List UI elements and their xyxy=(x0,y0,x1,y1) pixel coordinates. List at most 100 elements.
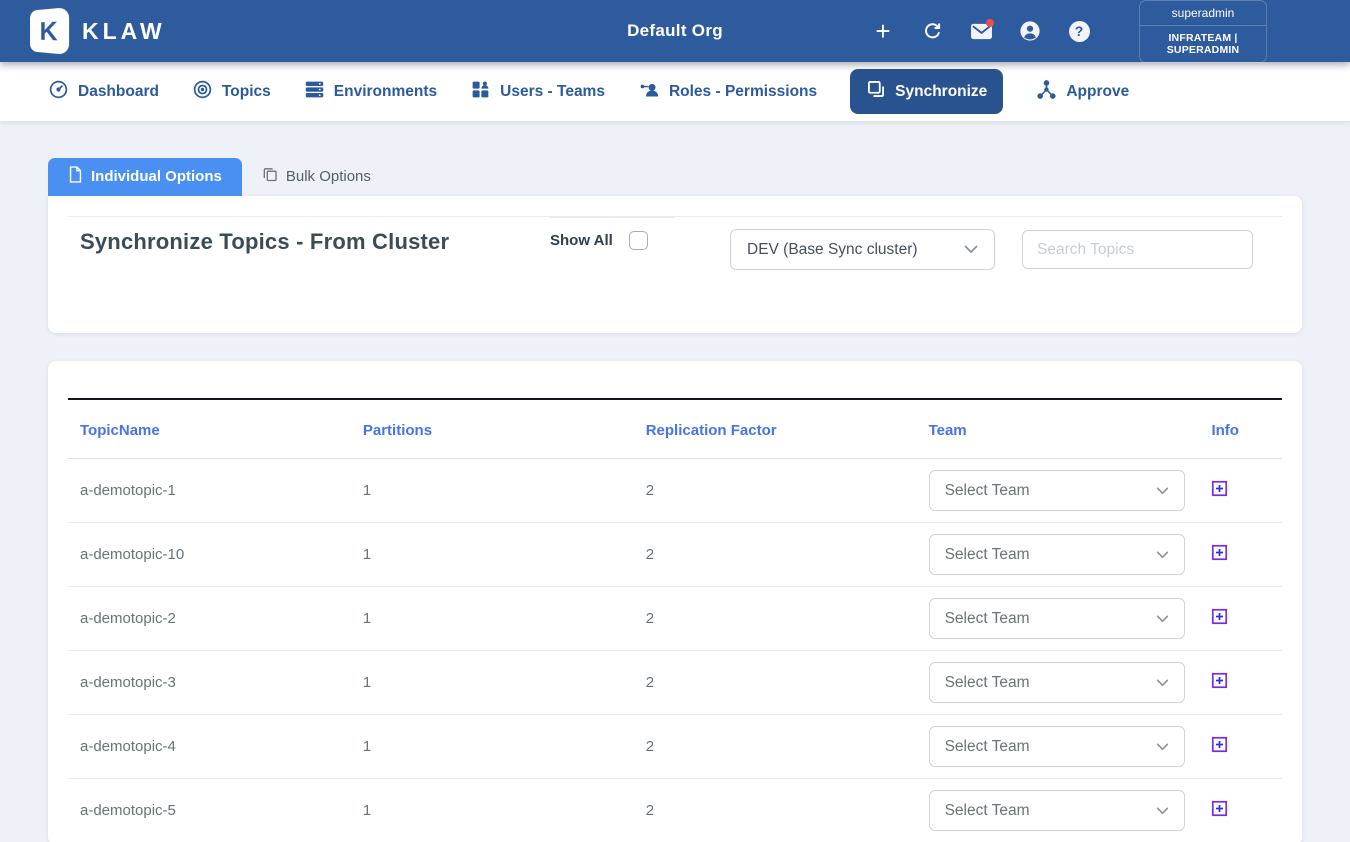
nav-label: Environments xyxy=(334,83,437,101)
table-row: a-demotopic-10 1 2 Select Team xyxy=(68,523,1282,587)
help-icon[interactable]: ? xyxy=(1067,19,1091,43)
environments-icon xyxy=(304,79,325,105)
col-header-replication-factor: Replication Factor xyxy=(634,399,917,459)
select-team-dropdown[interactable]: Select Team xyxy=(929,470,1185,511)
table-row: a-demotopic-3 1 2 Select Team xyxy=(68,651,1282,715)
main-nav: Dashboard Topics Environments Users - Te… xyxy=(0,62,1350,121)
select-team-dropdown[interactable]: Select Team xyxy=(929,790,1185,831)
sync-topics-table: TopicName Partitions Replication Factor … xyxy=(68,398,1282,842)
chevron-down-icon xyxy=(1156,738,1169,756)
cluster-select-dropdown[interactable]: DEV (Base Sync cluster) xyxy=(730,229,995,270)
cluster-select-value: DEV (Base Sync cluster) xyxy=(747,241,918,259)
add-icon[interactable]: + xyxy=(871,19,895,43)
org-title: Default Org xyxy=(627,21,723,41)
add-topic-plus-icon[interactable] xyxy=(1211,608,1228,625)
chevron-down-icon xyxy=(1156,482,1169,500)
select-team-dropdown[interactable]: Select Team xyxy=(929,534,1185,575)
topic-name-cell: a-demotopic-5 xyxy=(68,779,351,842)
chevron-down-icon xyxy=(1156,802,1169,820)
col-header-team: Team xyxy=(917,399,1200,459)
replication-factor-cell: 2 xyxy=(634,587,917,651)
tab-individual-options[interactable]: Individual Options xyxy=(48,158,242,196)
synchronize-icon xyxy=(866,79,886,104)
show-all-checkbox[interactable] xyxy=(629,231,648,250)
chevron-down-icon xyxy=(1156,674,1169,692)
roles-permissions-icon xyxy=(638,79,660,105)
mail-icon[interactable] xyxy=(969,19,993,43)
plus-glyph: + xyxy=(875,20,890,42)
team-role-label: INFRATEAM | SUPERADMIN xyxy=(1140,26,1266,62)
add-topic-plus-icon[interactable] xyxy=(1211,736,1228,753)
nav-item-users-teams[interactable]: Users - Teams xyxy=(470,79,605,105)
show-all-group: Show All xyxy=(550,217,674,250)
klaw-logo-icon: K xyxy=(30,7,69,55)
select-team-label: Select Team xyxy=(945,802,1030,820)
tab-label: Bulk Options xyxy=(286,168,371,185)
add-topic-plus-icon[interactable] xyxy=(1211,480,1228,497)
nav-item-topics[interactable]: Topics xyxy=(192,79,271,105)
approve-icon xyxy=(1036,79,1057,105)
app-header: K KLAW Default Org + xyxy=(0,0,1350,62)
user-profile-icon[interactable] xyxy=(1018,19,1042,43)
replication-factor-cell: 2 xyxy=(634,715,917,779)
page-content: Individual Options Bulk Options Synchron… xyxy=(0,121,1350,842)
col-header-topicname: TopicName xyxy=(68,399,351,459)
refresh-icon[interactable] xyxy=(920,19,944,43)
select-team-label: Select Team xyxy=(945,546,1030,564)
klaw-logo[interactable]: K KLAW xyxy=(28,9,166,53)
topic-name-cell: a-demotopic-3 xyxy=(68,651,351,715)
table-header-row: TopicName Partitions Replication Factor … xyxy=(68,399,1282,459)
nav-label: Dashboard xyxy=(78,83,159,101)
partitions-cell: 1 xyxy=(351,715,634,779)
topic-name-cell: a-demotopic-2 xyxy=(68,587,351,651)
replication-factor-cell: 2 xyxy=(634,779,917,842)
notification-dot xyxy=(986,19,994,27)
table-row: a-demotopic-5 1 2 Select Team xyxy=(68,779,1282,842)
topic-name-cell: a-demotopic-1 xyxy=(68,459,351,523)
user-menu[interactable]: superadmin INFRATEAM | SUPERADMIN xyxy=(1139,0,1267,63)
chevron-down-icon xyxy=(1156,610,1169,628)
search-topics-input[interactable] xyxy=(1022,230,1253,269)
nav-item-environments[interactable]: Environments xyxy=(304,79,437,105)
nav-label: Users - Teams xyxy=(500,83,605,101)
table-row: a-demotopic-2 1 2 Select Team xyxy=(68,587,1282,651)
select-team-dropdown[interactable]: Select Team xyxy=(929,726,1185,767)
sync-topics-table-card: TopicName Partitions Replication Factor … xyxy=(48,361,1302,842)
nav-item-synchronize[interactable]: Synchronize xyxy=(850,69,1003,114)
select-team-label: Select Team xyxy=(945,482,1030,500)
partitions-cell: 1 xyxy=(351,587,634,651)
table-row: a-demotopic-4 1 2 Select Team xyxy=(68,715,1282,779)
brand-name: KLAW xyxy=(82,18,166,45)
topics-icon xyxy=(192,79,213,105)
sync-filter-card: Synchronize Topics - From Cluster Show A… xyxy=(48,196,1302,333)
replication-factor-cell: 2 xyxy=(634,651,917,715)
add-topic-plus-icon[interactable] xyxy=(1211,672,1228,689)
tab-bulk-options[interactable]: Bulk Options xyxy=(242,158,391,196)
help-glyph: ? xyxy=(1069,21,1090,42)
partitions-cell: 1 xyxy=(351,523,634,587)
add-topic-plus-icon[interactable] xyxy=(1211,544,1228,561)
nav-item-roles-permissions[interactable]: Roles - Permissions xyxy=(638,79,817,105)
show-all-label: Show All xyxy=(550,232,613,249)
select-team-dropdown[interactable]: Select Team xyxy=(929,662,1185,703)
partitions-cell: 1 xyxy=(351,459,634,523)
nav-label: Roles - Permissions xyxy=(669,83,817,101)
add-topic-plus-icon[interactable] xyxy=(1211,800,1228,817)
file-icon xyxy=(68,166,83,187)
nav-item-dashboard[interactable]: Dashboard xyxy=(48,79,159,105)
dashboard-icon xyxy=(48,79,69,105)
tab-label: Individual Options xyxy=(91,168,222,185)
replication-factor-cell: 2 xyxy=(634,459,917,523)
copy-files-icon xyxy=(262,166,278,187)
table-row: a-demotopic-1 1 2 Select Team xyxy=(68,459,1282,523)
replication-factor-cell: 2 xyxy=(634,523,917,587)
nav-item-approve[interactable]: Approve xyxy=(1036,79,1129,105)
col-header-partitions: Partitions xyxy=(351,399,634,459)
nav-label: Synchronize xyxy=(895,83,987,101)
klaw-logo-letter: K xyxy=(39,15,57,47)
header-icon-group: + ? xyxy=(871,19,1091,43)
nav-label: Approve xyxy=(1066,83,1129,101)
nav-label: Topics xyxy=(222,83,271,101)
select-team-dropdown[interactable]: Select Team xyxy=(929,598,1185,639)
partitions-cell: 1 xyxy=(351,651,634,715)
